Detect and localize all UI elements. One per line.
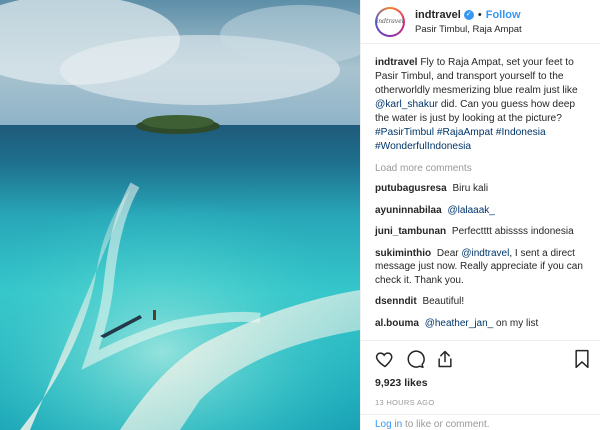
comment: putubagusresa Biru kali [375, 182, 586, 196]
comment-text: Beautiful! [422, 296, 465, 307]
header-text: indtravel ✓ • Follow Pasir Timbul, Raja … [415, 9, 522, 35]
comment: juni_tambunan Perfectttt abissss indones… [375, 225, 586, 239]
comment: al.bouma @heather_jan_ on my list [375, 317, 586, 331]
comment-mention[interactable]: @indtravel [461, 248, 509, 259]
heart-icon[interactable] [375, 349, 395, 369]
follow-button[interactable]: Follow [486, 9, 521, 21]
caption-hashtags[interactable]: #PasirTimbul #RajaAmpat #Indonesia [375, 126, 586, 140]
caption-hashtags-2[interactable]: #WonderfulIndonesia [375, 140, 586, 154]
login-text: to like or comment. [405, 419, 490, 430]
comment-username[interactable]: putubagusresa [375, 183, 447, 194]
comment-username[interactable]: sukiminthio [375, 248, 431, 259]
comment-text: on my list [496, 317, 539, 329]
username-link[interactable]: indtravel [415, 9, 461, 21]
post-sidebar: indtravel indtravel ✓ • Follow Pasir Tim… [360, 0, 600, 430]
post-actions: 9,923 likes 13 HOURS AGO [361, 340, 600, 407]
bookmark-icon[interactable] [573, 349, 591, 369]
caption-username[interactable]: indtravel [375, 57, 417, 68]
comment: dsenndit Beautiful! [375, 295, 586, 309]
comment-username[interactable]: al.bouma [375, 318, 419, 329]
comments-area: indtravel Fly to Raja Ampat, set your fe… [361, 44, 600, 330]
comment-text: Biru kali [452, 183, 489, 194]
caption-mention[interactable]: @karl_shakur [375, 99, 438, 110]
comment: sukiminthio Dear @indtravel, I sent a di… [375, 247, 586, 288]
comment-mention[interactable]: @heather_jan_ [425, 318, 494, 329]
post-timestamp: 13 HOURS AGO [375, 398, 435, 407]
comment: ayuninnabilaa @lalaaak_ [375, 204, 586, 218]
comment-text: Dear [436, 247, 459, 259]
location-link[interactable]: Pasir Timbul, Raja Ampat [415, 24, 522, 35]
verified-badge-icon: ✓ [463, 9, 474, 20]
separator-dot: • [477, 8, 482, 21]
post-photo[interactable] [0, 0, 360, 430]
comment-username[interactable]: juni_tambunan [375, 226, 446, 237]
load-more-comments[interactable]: Load more comments [375, 163, 586, 174]
comment-username[interactable]: dsenndit [375, 296, 417, 307]
avatar[interactable]: indtravel [375, 6, 405, 37]
comment-icon[interactable] [405, 349, 425, 369]
share-icon[interactable] [435, 349, 455, 369]
like-count[interactable]: 9,923 likes [375, 377, 591, 389]
comment-text: Perfectttt abissss indonesia [451, 226, 574, 237]
caption: indtravel Fly to Raja Ampat, set your fe… [375, 56, 586, 126]
comment-username[interactable]: ayuninnabilaa [375, 205, 442, 216]
login-link[interactable]: Log in [375, 419, 402, 430]
login-prompt: Log in to like or comment. [361, 414, 600, 430]
comment-mention[interactable]: @lalaaak_ [447, 205, 494, 216]
avatar-logo: indtravel [376, 8, 404, 35]
post-header: indtravel indtravel ✓ • Follow Pasir Tim… [361, 0, 600, 44]
